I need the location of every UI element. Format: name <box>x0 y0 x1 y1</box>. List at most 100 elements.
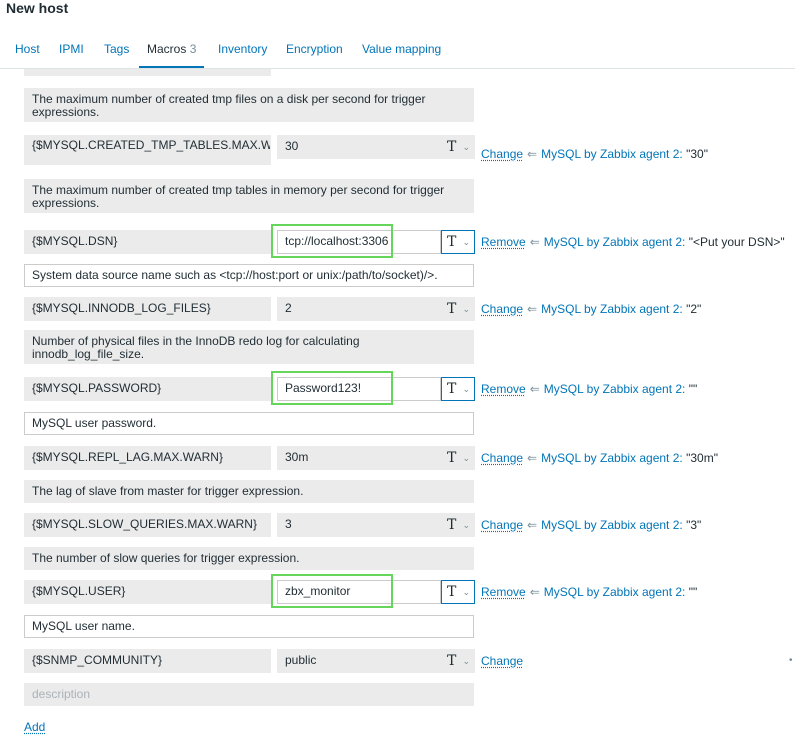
tab-host[interactable]: Host <box>15 42 40 66</box>
chevron-down-icon: ⌄ <box>462 520 470 530</box>
tab-macros[interactable]: Macros 3 <box>139 42 205 68</box>
macro-name-field[interactable]: {$MYSQL.CREATED_TMP_TABLES.MAX.WARN} <box>24 135 271 165</box>
inherit-arrow-icon: ⇐ <box>529 235 540 249</box>
change-link[interactable]: Change <box>481 302 523 316</box>
inherit-arrow-icon: ⇐ <box>527 302 538 316</box>
value-highlight <box>271 574 393 608</box>
macro-name-field[interactable]: {$MYSQL.DSN} <box>24 230 271 254</box>
macro-value-field[interactable]: 30 <box>277 135 441 159</box>
text-type-icon: T <box>447 234 457 250</box>
macro-action: Remove ⇐ MySQL by Zabbix agent 2: "<Put yo… <box>481 235 785 249</box>
remove-link[interactable]: Remove <box>481 382 526 396</box>
tab-inventory[interactable]: Inventory <box>218 42 267 66</box>
macro-type-select[interactable]: T ⌄ <box>441 580 475 604</box>
inherit-arrow-icon: ⇐ <box>527 518 538 532</box>
macro-description[interactable]: MySQL user name. <box>24 615 474 638</box>
inherit-arrow-icon: ⇐ <box>529 585 540 599</box>
remove-link[interactable]: Remove <box>481 235 526 249</box>
macro-type-select[interactable]: T ⌄ <box>441 297 475 321</box>
text-type-icon: T <box>447 584 457 600</box>
macro-type-select[interactable]: T ⌄ <box>441 377 475 401</box>
tab-value-mapping[interactable]: Value mapping <box>362 42 441 66</box>
template-link[interactable]: MySQL by Zabbix agent 2: <box>544 235 686 249</box>
text-type-icon: T <box>447 653 457 669</box>
change-link[interactable]: Change <box>481 147 523 161</box>
macro-type-select[interactable]: T ⌄ <box>441 649 475 673</box>
macro-name-field[interactable]: {$MYSQL.SLOW_QUERIES.MAX.WARN} <box>24 513 271 537</box>
value-highlight <box>271 224 393 258</box>
change-link[interactable]: Change <box>481 451 523 465</box>
text-type-icon: T <box>447 301 457 317</box>
template-value: "2" <box>686 302 702 316</box>
value-highlight <box>271 371 393 405</box>
macro-action: Change <box>481 654 523 668</box>
tab-bar: Host IPMI Tags Macros 3 Inventory Encryp… <box>0 42 795 69</box>
resize-handle-icon: • <box>789 655 793 666</box>
macro-action: Change ⇐ MySQL by Zabbix agent 2: "3" <box>481 518 701 532</box>
text-type-icon: T <box>447 381 457 397</box>
text-type-icon: T <box>447 450 457 466</box>
page-title: New host <box>6 0 69 16</box>
template-link[interactable]: MySQL by Zabbix agent 2: <box>541 147 683 161</box>
change-link[interactable]: Change <box>481 654 523 668</box>
template-link[interactable]: MySQL by Zabbix agent 2: <box>544 382 686 396</box>
chevron-down-icon: ⌄ <box>462 453 470 463</box>
macro-type-select[interactable]: T ⌄ <box>441 230 475 254</box>
text-type-icon: T <box>447 517 457 533</box>
macro-type-select[interactable]: T ⌄ <box>441 513 475 537</box>
chevron-down-icon: ⌄ <box>462 304 470 314</box>
chevron-down-icon: ⌄ <box>462 237 470 247</box>
macro-action: Change ⇐ MySQL by Zabbix agent 2: "2" <box>481 302 701 316</box>
macro-value-field[interactable]: 30m <box>277 446 441 470</box>
macro-action: Remove ⇐ MySQL by Zabbix agent 2: "" <box>481 382 697 396</box>
inherit-arrow-icon: ⇐ <box>529 382 540 396</box>
template-link[interactable]: MySQL by Zabbix agent 2: <box>541 302 683 316</box>
text-type-icon: T <box>447 139 457 155</box>
macro-value-field[interactable]: public <box>277 649 441 673</box>
macros-list[interactable]: The maximum number of created tmp files … <box>0 69 795 743</box>
change-link[interactable]: Change <box>481 518 523 532</box>
macro-description[interactable]: The maximum number of created tmp tables… <box>24 179 474 213</box>
macro-type-select[interactable]: T ⌄ <box>441 135 475 159</box>
macro-action: Change ⇐ MySQL by Zabbix agent 2: "30" <box>481 147 708 161</box>
tab-encryption[interactable]: Encryption <box>286 42 343 66</box>
macro-description[interactable]: The maximum number of created tmp files … <box>24 88 474 122</box>
tab-tags[interactable]: Tags <box>104 42 129 66</box>
chevron-down-icon: ⌄ <box>462 656 470 666</box>
template-value: "30m" <box>686 451 718 465</box>
template-link[interactable]: MySQL by Zabbix agent 2: <box>541 451 683 465</box>
tab-ipmi[interactable]: IPMI <box>59 42 84 66</box>
macro-type-select[interactable]: T ⌄ <box>441 446 475 470</box>
template-link[interactable]: MySQL by Zabbix agent 2: <box>544 585 686 599</box>
macro-action: Remove ⇐ MySQL by Zabbix agent 2: "" <box>481 585 697 599</box>
inherit-arrow-icon: ⇐ <box>527 451 538 465</box>
macro-description[interactable]: description <box>24 683 474 706</box>
tab-macros-count: 3 <box>189 42 197 56</box>
tab-macros-label: Macros <box>147 42 187 56</box>
macro-name-field[interactable]: {$MYSQL.REPL_LAG.MAX.WARN} <box>24 446 271 470</box>
template-value: "3" <box>686 518 702 532</box>
macro-value-field[interactable]: 2 <box>277 297 441 321</box>
macro-description[interactable] <box>24 69 271 76</box>
template-value: "30" <box>686 147 708 161</box>
macro-value-field[interactable]: 3 <box>277 513 441 537</box>
chevron-down-icon: ⌄ <box>462 587 470 597</box>
macro-name-field[interactable]: {$SNMP_COMMUNITY} <box>24 649 271 673</box>
macro-name-field[interactable]: {$MYSQL.PASSWORD} <box>24 377 271 401</box>
remove-link[interactable]: Remove <box>481 585 526 599</box>
chevron-down-icon: ⌄ <box>462 142 470 152</box>
macro-name-field[interactable]: {$MYSQL.INNODB_LOG_FILES} <box>24 297 271 321</box>
macro-name-field[interactable]: {$MYSQL.USER} <box>24 580 271 604</box>
template-link[interactable]: MySQL by Zabbix agent 2: <box>541 518 683 532</box>
macro-description[interactable]: Number of physical files in the InnoDB r… <box>24 330 474 364</box>
template-value: "" <box>688 382 698 396</box>
macro-action: Change ⇐ MySQL by Zabbix agent 2: "30m" <box>481 451 718 465</box>
macro-description[interactable]: MySQL user password. <box>24 412 474 435</box>
macro-description[interactable]: The number of slow queries for trigger e… <box>24 547 474 570</box>
macro-description[interactable]: System data source name such as <tcp://h… <box>24 264 474 287</box>
macro-description[interactable]: The lag of slave from master for trigger… <box>24 480 474 503</box>
template-value: "<Put your DSN>" <box>688 235 785 249</box>
chevron-down-icon: ⌄ <box>462 384 470 394</box>
add-macro-link[interactable]: Add <box>24 720 45 734</box>
template-value: "" <box>688 585 698 599</box>
